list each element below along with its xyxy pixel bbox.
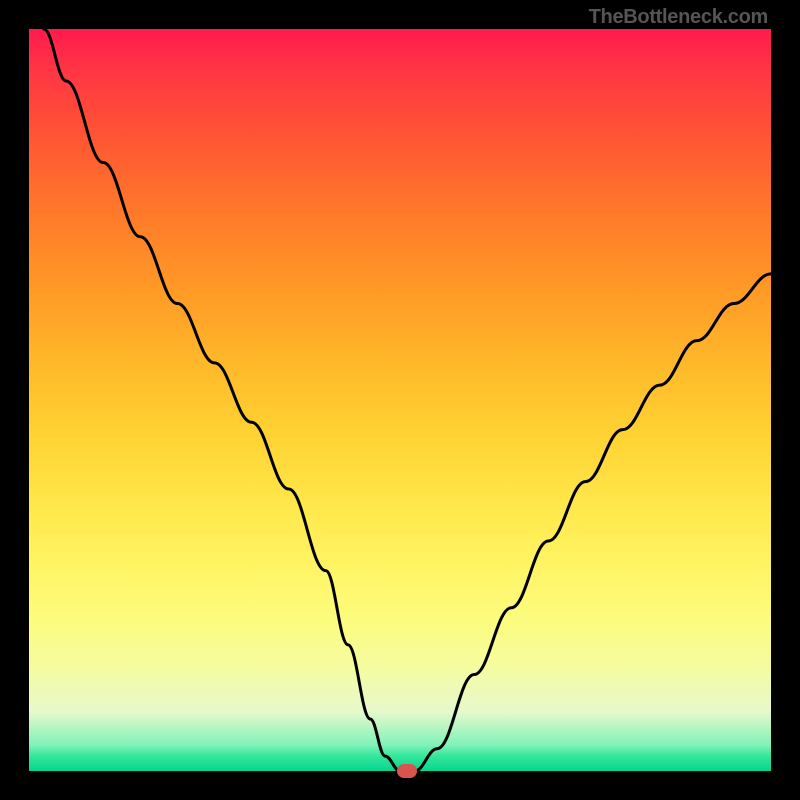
attribution-label: TheBottleneck.com <box>589 6 768 29</box>
bottleneck-curve <box>29 29 771 771</box>
optimal-point-marker <box>397 764 417 778</box>
chart-container: TheBottleneck.com <box>0 0 800 800</box>
